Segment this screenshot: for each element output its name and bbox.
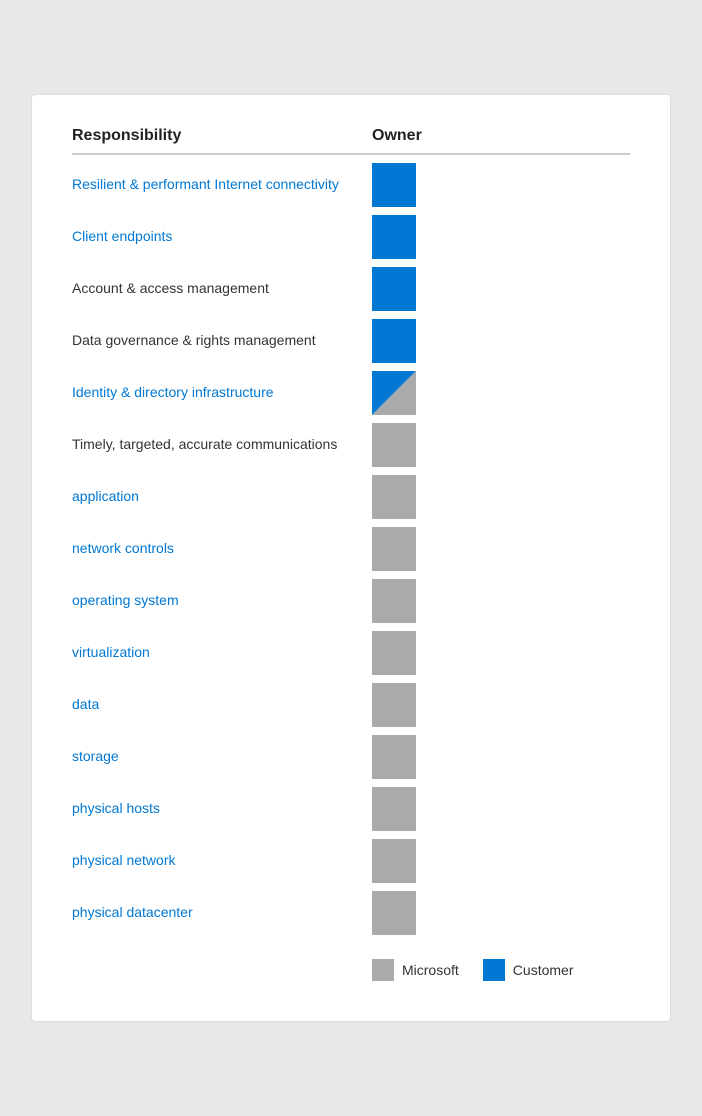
table-row: storage bbox=[72, 731, 630, 783]
table-row: application bbox=[72, 471, 630, 523]
legend: Microsoft Customer bbox=[72, 959, 630, 981]
owner-header: Owner bbox=[372, 127, 422, 145]
legend-microsoft: Microsoft bbox=[372, 959, 459, 981]
row-label-resilient-internet: Resilient & performant Internet connecti… bbox=[72, 175, 372, 195]
responsibility-header: Responsibility bbox=[72, 127, 372, 145]
table-row: Data governance & rights management bbox=[72, 315, 630, 367]
table-row: physical hosts bbox=[72, 783, 630, 835]
row-label-data-governance: Data governance & rights management bbox=[72, 331, 372, 351]
row-label-network-controls: network controls bbox=[72, 539, 372, 559]
owner-box-identity-directory bbox=[372, 371, 416, 415]
row-label-timely-communications: Timely, targeted, accurate communication… bbox=[72, 435, 372, 455]
row-label-identity-directory: Identity & directory infrastructure bbox=[72, 383, 372, 403]
row-label-operating-system: operating system bbox=[72, 591, 372, 611]
main-card: Responsibility Owner Resilient & perform… bbox=[31, 94, 671, 1022]
owner-box-application bbox=[372, 475, 416, 519]
table-row: Client endpoints bbox=[72, 211, 630, 263]
owner-box-operating-system bbox=[372, 579, 416, 623]
table-header: Responsibility Owner bbox=[72, 127, 630, 155]
triangle-microsoft bbox=[372, 371, 416, 415]
row-label-data: data bbox=[72, 695, 372, 715]
table-row: operating system bbox=[72, 575, 630, 627]
owner-box-resilient-internet bbox=[372, 163, 416, 207]
owner-box-account-access bbox=[372, 267, 416, 311]
table-row: physical network bbox=[72, 835, 630, 887]
owner-box-physical-hosts bbox=[372, 787, 416, 831]
row-label-storage: storage bbox=[72, 747, 372, 767]
customer-color-box bbox=[483, 959, 505, 981]
owner-box-physical-network bbox=[372, 839, 416, 883]
row-label-physical-network: physical network bbox=[72, 851, 372, 871]
legend-customer: Customer bbox=[483, 959, 574, 981]
table-row: Account & access management bbox=[72, 263, 630, 315]
row-label-virtualization: virtualization bbox=[72, 643, 372, 663]
row-label-account-access: Account & access management bbox=[72, 279, 372, 299]
owner-box-network-controls bbox=[372, 527, 416, 571]
table-row: Identity & directory infrastructure bbox=[72, 367, 630, 419]
row-label-application: application bbox=[72, 487, 372, 507]
row-label-physical-datacenter: physical datacenter bbox=[72, 903, 372, 923]
table-row: Timely, targeted, accurate communication… bbox=[72, 419, 630, 471]
owner-box-physical-datacenter bbox=[372, 891, 416, 935]
row-label-client-endpoints: Client endpoints bbox=[72, 227, 372, 247]
row-label-physical-hosts: physical hosts bbox=[72, 799, 372, 819]
owner-box-data-governance bbox=[372, 319, 416, 363]
table-row: network controls bbox=[72, 523, 630, 575]
owner-box-timely-communications bbox=[372, 423, 416, 467]
table-row: virtualization bbox=[72, 627, 630, 679]
owner-box-storage bbox=[372, 735, 416, 779]
table-row: physical datacenter bbox=[72, 887, 630, 939]
microsoft-color-box bbox=[372, 959, 394, 981]
table-row: Resilient & performant Internet connecti… bbox=[72, 159, 630, 211]
table-row: data bbox=[72, 679, 630, 731]
customer-label: Customer bbox=[513, 962, 574, 978]
microsoft-label: Microsoft bbox=[402, 962, 459, 978]
owner-box-data bbox=[372, 683, 416, 727]
owner-box-virtualization bbox=[372, 631, 416, 675]
owner-box-client-endpoints bbox=[372, 215, 416, 259]
rows-container: Resilient & performant Internet connecti… bbox=[72, 159, 630, 939]
